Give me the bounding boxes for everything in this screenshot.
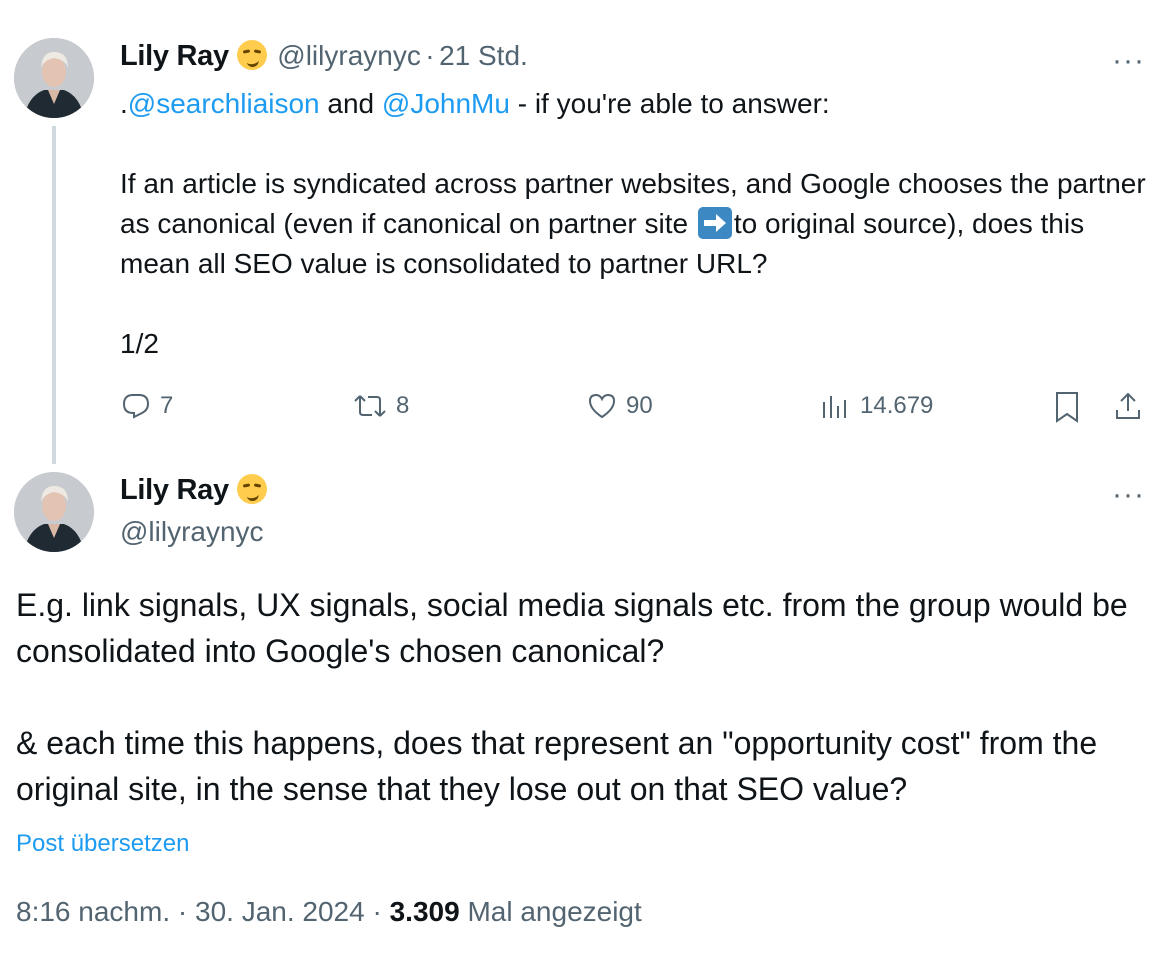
author-handle[interactable]: @lilyraynyc bbox=[277, 40, 421, 71]
view-count: 3.309 bbox=[389, 896, 460, 927]
share-icon bbox=[1116, 392, 1140, 419]
line1-rest: - if you're able to answer: bbox=[509, 88, 830, 119]
tweet2-meta: 8:16 nachm. · 30. Jan. 2024 · 3.309 Mal … bbox=[16, 896, 642, 928]
mention-prefix: . bbox=[120, 88, 128, 119]
like-count: 90 bbox=[626, 392, 653, 419]
tweet1-paragraph3: 1/2 bbox=[120, 328, 159, 359]
mention-searchliaison[interactable]: @searchliaison bbox=[128, 88, 320, 119]
and-text: and bbox=[319, 88, 382, 119]
tweet2-author: Lily Ray bbox=[120, 474, 267, 507]
more-options-icon[interactable]: ··· bbox=[1112, 46, 1145, 76]
timestamp[interactable]: 21 Std. bbox=[439, 40, 528, 71]
views-button[interactable]: 14.679 bbox=[820, 390, 933, 422]
retweet-icon bbox=[354, 395, 386, 417]
smirking-face-emoji-icon bbox=[236, 40, 267, 70]
tweet2-paragraph1: E.g. link signals, UX signals, social me… bbox=[16, 587, 1128, 669]
tweet1-header: Lily Ray @lilyraynyc · 21 Std. bbox=[120, 40, 528, 73]
retweet-button[interactable]: 8 bbox=[352, 390, 409, 422]
author-handle[interactable]: @lilyraynyc bbox=[120, 516, 264, 548]
bookmark-button[interactable] bbox=[1052, 390, 1082, 424]
reply-button[interactable]: 7 bbox=[120, 390, 173, 422]
reply-count: 7 bbox=[160, 392, 174, 419]
post-time[interactable]: 8:16 nachm. bbox=[16, 896, 170, 927]
tweet2-paragraph2: & each time this happens, does that repr… bbox=[16, 725, 1098, 807]
like-button[interactable]: 90 bbox=[586, 390, 653, 422]
views-icon bbox=[823, 396, 846, 418]
translate-post-link[interactable]: Post übersetzen bbox=[16, 830, 189, 858]
views-count: 14.679 bbox=[860, 392, 934, 419]
right-arrow-emoji-icon bbox=[697, 207, 732, 239]
bookmark-icon bbox=[1056, 392, 1078, 423]
heart-icon bbox=[588, 393, 616, 419]
author-name[interactable]: Lily Ray bbox=[120, 40, 229, 72]
tweet1-text: .@searchliaison and @JohnMu - if you're … bbox=[120, 84, 1160, 364]
retweet-count: 8 bbox=[396, 392, 410, 419]
separator: · bbox=[364, 896, 390, 927]
smirking-face-emoji-icon bbox=[236, 474, 267, 504]
reply-icon bbox=[122, 394, 150, 419]
post-date[interactable]: 30. Jan. 2024 bbox=[195, 896, 365, 927]
avatar[interactable] bbox=[14, 38, 94, 118]
tweet1-line1: .@searchliaison and @JohnMu - if you're … bbox=[120, 84, 1160, 124]
mention-johnmu[interactable]: @JohnMu bbox=[382, 88, 510, 119]
avatar[interactable] bbox=[14, 472, 94, 552]
share-button[interactable] bbox=[1112, 390, 1144, 422]
thread-line bbox=[52, 126, 56, 464]
author-name[interactable]: Lily Ray bbox=[120, 474, 229, 506]
separator: · bbox=[425, 40, 435, 71]
tweet2-text: E.g. link signals, UX signals, social me… bbox=[16, 582, 1156, 812]
more-options-icon[interactable]: ··· bbox=[1112, 480, 1145, 510]
view-count-label: Mal angezeigt bbox=[459, 896, 642, 927]
separator: · bbox=[170, 896, 195, 927]
tweet1-paragraph2: If an article is syndicated across partn… bbox=[120, 164, 1160, 284]
